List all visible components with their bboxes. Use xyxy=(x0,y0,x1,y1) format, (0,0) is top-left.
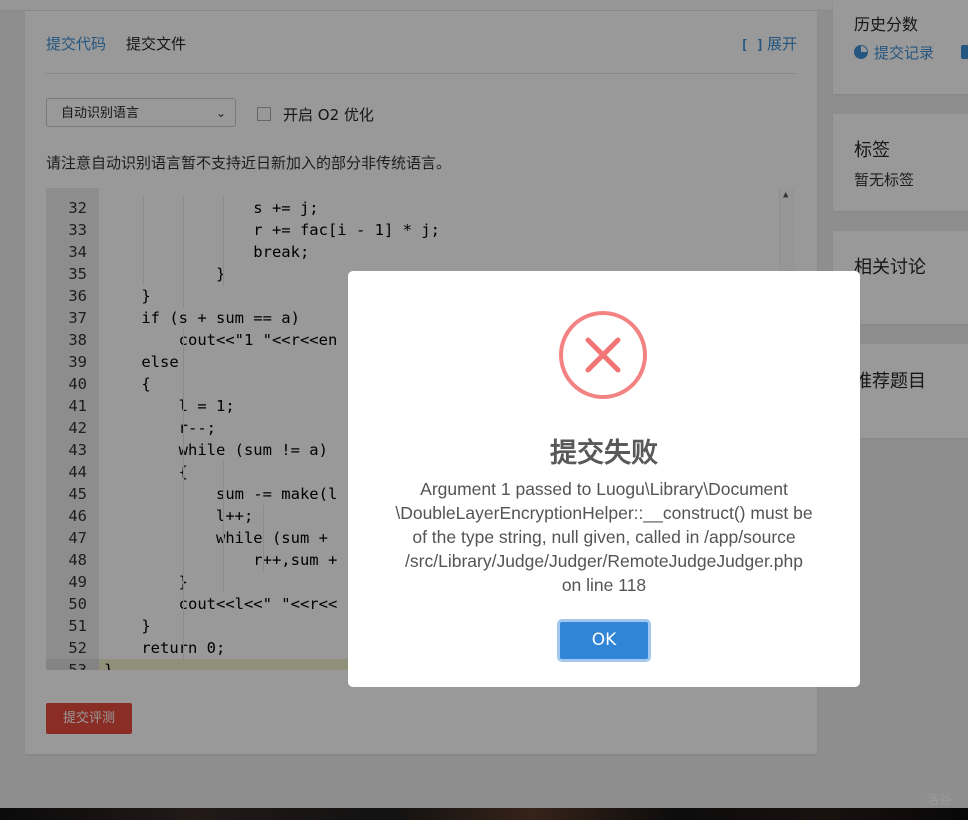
dialog-message-line: /src/Library/Judge/Judger/RemoteJudgeJud… xyxy=(405,551,803,571)
dialog-message-line: of the type string, null given, called i… xyxy=(412,527,796,547)
dialog-message: Argument 1 passed to Luogu\Library\Docum… xyxy=(372,477,836,597)
dialog-message-line: Argument 1 passed to Luogu\Library\Docum… xyxy=(420,479,788,499)
error-dialog: 提交失败 Argument 1 passed to Luogu\Library\… xyxy=(348,271,860,687)
error-x-icon xyxy=(559,311,647,399)
dialog-message-line: \DoubleLayerEncryptionHelper::__construc… xyxy=(395,503,813,523)
dialog-message-line: on line 118 xyxy=(561,575,647,595)
dialog-title: 提交失败 xyxy=(550,438,658,469)
ok-button[interactable]: OK xyxy=(557,619,651,662)
